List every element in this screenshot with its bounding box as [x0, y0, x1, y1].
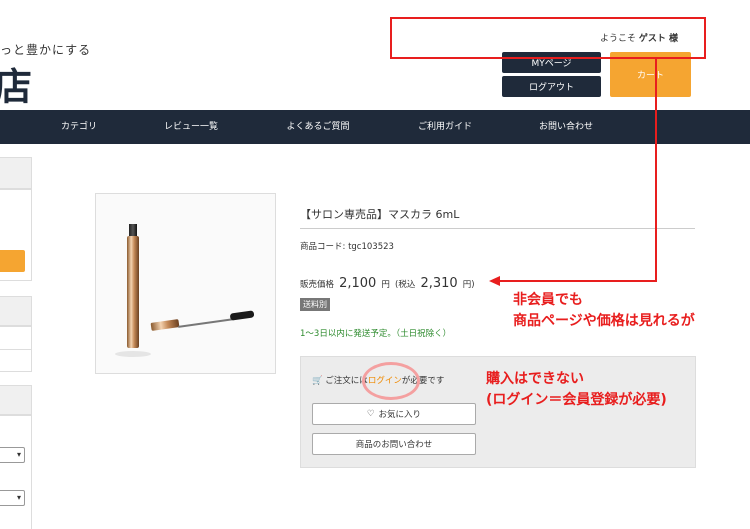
sidebar-panel-header [0, 385, 32, 415]
global-nav: カテゴリ レビュー一覧 よくあるご質問 ご利用ガイド お問い合わせ [0, 110, 750, 144]
nav-item-category[interactable]: カテゴリ [61, 110, 97, 144]
annotation-line: 商品ページや価格は見れるが [513, 313, 695, 329]
inquiry-button[interactable]: 商品のお問い合わせ [312, 433, 476, 455]
nav-item-contact[interactable]: お問い合わせ [539, 110, 593, 144]
sidebar-divider [0, 349, 32, 350]
annotation-line: 非会員でも [513, 292, 583, 308]
shipping-badge: 送料別 [300, 298, 330, 311]
annotation-note: 非会員でも 商品ページや価格は見れるが [513, 290, 695, 332]
price-row: 販売価格 2,100 円 (税込 2,310 円) [300, 272, 475, 291]
price-tax-open: (税込 [395, 280, 416, 290]
annotation-circle [362, 362, 420, 400]
site-logo[interactable]: 店 [0, 56, 32, 111]
nav-item-reviews[interactable]: レビュー一覧 [164, 110, 218, 144]
page: っと豊かにする 店 ようこそ ゲスト 様 MYページ ログアウト カート カテゴ… [0, 0, 750, 529]
annotation-connector [500, 280, 657, 282]
nav-item-guide[interactable]: ご利用ガイド [418, 110, 472, 144]
favorite-button[interactable]: ♡ お気に入り [312, 403, 476, 425]
mascara-illustration [115, 224, 255, 357]
price-tax-value: 2,310 [420, 276, 458, 291]
sidebar-select[interactable]: ▾ [0, 490, 25, 506]
product-code-label: 商品コード: [300, 242, 346, 252]
sidebar-panel [0, 415, 32, 529]
product-code: 商品コード: tgc103523 [300, 240, 394, 252]
price-label: 販売価格 [300, 280, 335, 290]
price-yen: 円 [381, 280, 390, 290]
chevron-down-icon: ▾ [16, 450, 21, 459]
sidebar-panel-header [0, 157, 32, 189]
product-code-value: tgc103523 [348, 242, 394, 252]
cart-icon: 🛒 [312, 376, 323, 386]
annotation-note: 購入はできない (ログイン＝会員登録が必要) [486, 369, 667, 411]
annotation-connector [655, 59, 657, 282]
sidebar-button[interactable] [0, 250, 25, 272]
price-value: 2,100 [339, 276, 377, 291]
arrow-left-icon [489, 276, 500, 286]
shipping-note: 1〜3日以内に発送予定。（土日祝除く） [300, 329, 452, 339]
price-tax-close: 円) [462, 280, 475, 290]
title-divider [300, 228, 695, 229]
annotation-line: (ログイン＝会員登録が必要) [486, 392, 667, 408]
annotation-highlight-box [390, 17, 706, 59]
nav-item-faq[interactable]: よくあるご質問 [286, 110, 349, 144]
sidebar-select[interactable]: ▾ [0, 447, 25, 463]
product-title: 【サロン専売品】マスカラ 6mL [300, 208, 460, 221]
favorite-label: お気に入り [378, 410, 422, 420]
annotation-line: 購入はできない [486, 371, 584, 387]
sidebar-panel-header [0, 296, 32, 326]
logout-button[interactable]: ログアウト [502, 76, 601, 97]
product-image[interactable] [95, 193, 276, 374]
heart-icon: ♡ [366, 409, 375, 419]
chevron-down-icon: ▾ [16, 493, 21, 502]
